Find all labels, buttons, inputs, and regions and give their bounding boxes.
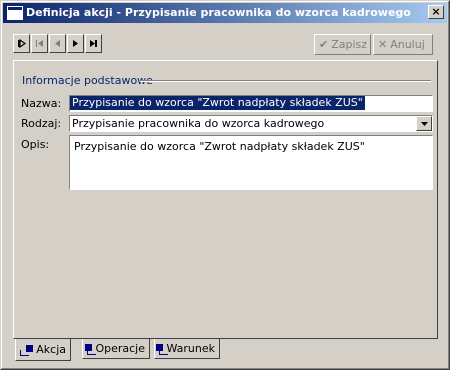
save-label: Zapisz (331, 38, 368, 51)
cancel-label: Anuluj (390, 38, 425, 51)
type-label: Rodzaj: (21, 117, 62, 130)
window-title: Definicja akcji - Przypisanie pracownika… (26, 6, 411, 19)
name-value: Przypisanie do wzorca "Zwrot nadpłaty sk… (70, 96, 365, 110)
operations-tab-icon (85, 343, 96, 355)
section-divider (140, 80, 431, 82)
window-icon (7, 6, 23, 20)
play-record-icon (73, 40, 78, 47)
skip-back-icon (36, 40, 43, 47)
action-panel: Informacje podstawowe Nazwa: Przypisanie… (13, 60, 438, 339)
last-record-button[interactable] (85, 34, 102, 53)
dialog-window: Definicja akcji - Przypisanie pracownika… (0, 0, 450, 370)
tab-akcja[interactable]: Akcja (15, 339, 71, 361)
prev-record-icon (55, 40, 60, 47)
type-select[interactable]: Przypisanie pracownika do wzorca kadrowe… (69, 115, 433, 132)
close-button[interactable]: × (428, 5, 444, 19)
section-title: Informacje podstawowe (22, 74, 153, 87)
save-button[interactable]: ✔ Zapisz (314, 34, 371, 55)
condition-tab-icon (156, 343, 168, 355)
chevron-down-icon (420, 121, 428, 126)
type-dropdown-button[interactable] (416, 116, 432, 131)
next-record-button[interactable] (67, 34, 84, 53)
prev-first-button[interactable] (31, 34, 48, 53)
desc-label: Opis: (21, 138, 50, 151)
cross-icon: ✕ (378, 38, 388, 51)
tab-warunek[interactable]: Warunek (154, 339, 220, 359)
name-input[interactable]: Przypisanie do wzorca "Zwrot nadpłaty sk… (69, 95, 433, 112)
cancel-button[interactable]: ✕ Anuluj (373, 34, 433, 55)
title-bar[interactable]: Definicja akcji - Przypisanie pracownika… (3, 3, 447, 23)
first-record-icon (18, 39, 26, 48)
tab-label: Warunek (166, 342, 215, 355)
prev-record-button[interactable] (49, 34, 66, 53)
name-label: Nazwa: (21, 97, 62, 110)
check-icon: ✔ (319, 38, 329, 51)
action-tab-icon (20, 344, 34, 356)
desc-textarea[interactable]: Przypisanie do wzorca "Zwrot nadpłaty sk… (69, 135, 433, 190)
tab-operacje[interactable]: Operacje (82, 339, 150, 359)
type-value: Przypisanie pracownika do wzorca kadrowe… (72, 117, 325, 130)
tab-label: Akcja (36, 343, 66, 356)
tab-label: Operacje (95, 342, 145, 355)
desc-value: Przypisanie do wzorca "Zwrot nadpłaty sk… (74, 140, 365, 153)
first-record-button[interactable] (13, 34, 30, 53)
last-record-icon (90, 40, 97, 47)
